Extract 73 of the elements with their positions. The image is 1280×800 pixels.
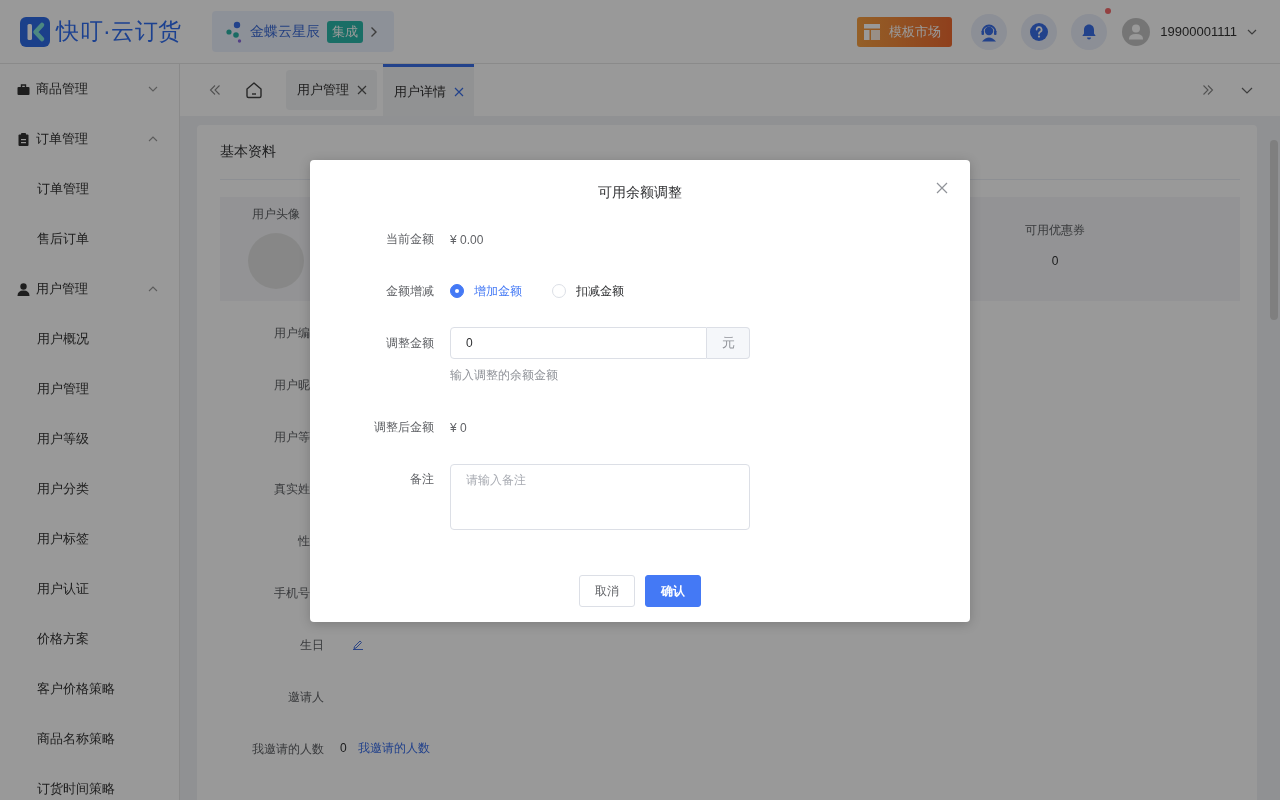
integration-name: 金蝶云星辰: [249, 22, 320, 41]
close-icon[interactable]: [936, 182, 948, 194]
dialog-title: 可用余额调整: [598, 184, 682, 200]
menu-item[interactable]: 用户标签: [0, 514, 179, 564]
field-label: 我邀请的人数: [252, 741, 324, 756]
amount-value: ¥ 0.00: [450, 233, 484, 247]
menu-item[interactable]: 用户管理: [0, 364, 179, 414]
unit-addon: 元: [707, 327, 750, 359]
page-tab[interactable]: 用户管理: [286, 70, 377, 110]
field-hint: 输入调整的余额金额: [450, 367, 559, 384]
layout-icon: [863, 22, 882, 41]
form-label: 当前金额: [385, 231, 434, 248]
confirm-button[interactable]: 确认: [645, 575, 701, 607]
menu-item[interactable]: 订货时间策略: [0, 764, 179, 800]
stat-value: 0: [1051, 253, 1059, 269]
help-button[interactable]: [1021, 13, 1058, 50]
form-label: 金额增减: [385, 283, 434, 300]
menu-item[interactable]: 价格方案: [0, 614, 179, 664]
clipboard-icon: [17, 132, 30, 146]
logo-icon: [20, 16, 50, 47]
field-label: 生日: [300, 637, 324, 652]
menu-item[interactable]: 用户概况: [0, 314, 179, 364]
briefcase-icon: [17, 82, 30, 96]
menu-item[interactable]: 商品名称策略: [0, 714, 179, 764]
integration-badge: 集成: [326, 20, 363, 43]
cancel-button[interactable]: 取消: [579, 575, 635, 607]
amount-value: ¥ 0: [450, 421, 467, 435]
menu-group[interactable]: 用户管理: [0, 264, 179, 314]
caret-down-icon[interactable]: [1247, 28, 1257, 35]
notification-button[interactable]: [1071, 13, 1108, 50]
field-label: 性: [298, 533, 311, 548]
menu-item[interactable]: 客户价格策略: [0, 664, 179, 714]
help-icon: [1029, 21, 1050, 42]
user-icon: [17, 282, 30, 296]
field-label: 用户昵: [274, 377, 311, 392]
page-tab[interactable]: 用户详情: [383, 64, 474, 116]
menu-item[interactable]: 订单管理: [0, 164, 179, 214]
form-label: 调整后金额: [373, 419, 434, 436]
double-chevron-left-icon[interactable]: [209, 84, 221, 96]
logo-text: 快叮·云订货: [56, 17, 182, 46]
chevron-right-icon: [369, 25, 378, 38]
pencil-icon[interactable]: [352, 638, 364, 650]
menu-group[interactable]: 订单管理: [0, 114, 179, 164]
integration-chip[interactable]: 金蝶云星辰 集成: [211, 11, 394, 52]
stat-label: 可用优惠券: [1025, 222, 1085, 238]
customer-service-button[interactable]: [971, 13, 1008, 50]
menu-item[interactable]: 用户认证: [0, 564, 179, 614]
field-label: 邀请人: [288, 689, 324, 704]
avatar-label: 用户头像: [252, 206, 300, 222]
field-value: 0: [340, 741, 347, 755]
form-label: 备注: [409, 471, 434, 488]
menu-item[interactable]: 用户分类: [0, 464, 179, 514]
close-icon[interactable]: [454, 86, 464, 97]
menu-item[interactable]: 用户等级: [0, 414, 179, 464]
amount-input[interactable]: 0: [450, 327, 707, 359]
remark-textarea[interactable]: 请输入备注: [450, 464, 750, 530]
username[interactable]: 19900001111: [1160, 24, 1237, 39]
dots-icon: [224, 20, 243, 43]
field-label: 真实姓: [274, 481, 311, 496]
chevron-down-icon[interactable]: [1241, 86, 1253, 94]
double-chevron-right-icon[interactable]: [1202, 84, 1214, 96]
form-label: 调整金额: [385, 335, 434, 352]
invite-count-link[interactable]: 我邀请的人数: [357, 739, 430, 757]
radio-option[interactable]: 扣减金额: [552, 282, 624, 300]
home-icon[interactable]: [245, 81, 263, 99]
close-icon[interactable]: [357, 85, 367, 95]
field-label: 用户等: [274, 429, 311, 444]
field-label: 手机号: [274, 585, 311, 600]
menu-group[interactable]: 商品管理: [0, 64, 179, 114]
field-label: 用户编: [274, 325, 311, 340]
section-title: 基本资料: [220, 143, 276, 161]
radio-option[interactable]: 增加金额: [450, 282, 522, 300]
menu-item[interactable]: 售后订单: [0, 214, 179, 264]
